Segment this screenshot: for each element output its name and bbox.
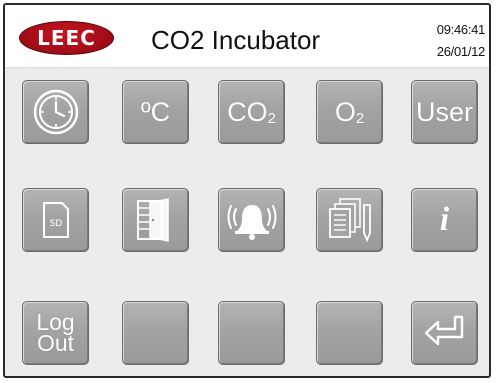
door-button[interactable] — [122, 188, 189, 252]
logout-label-line2: Out — [36, 330, 75, 356]
temperature-label: ºC — [140, 96, 171, 127]
logout-button[interactable]: Log Out — [22, 301, 89, 365]
header-bar: LEEC CO2 Incubator 09:46:41 26/01/12 — [5, 5, 489, 68]
clock-readout: 09:46:41 26/01/12 — [436, 19, 486, 63]
info-icon: i — [439, 201, 450, 238]
blank-button-2[interactable] — [218, 301, 285, 365]
o2-label: O2 — [335, 97, 364, 128]
enter-button[interactable] — [411, 301, 478, 365]
sd-card-text: SD — [49, 219, 62, 229]
co2-label-main: CO — [227, 96, 268, 127]
co2-label: CO2 — [227, 97, 276, 128]
leec-logo: LEEC — [19, 21, 114, 55]
clock-settings-button[interactable] — [22, 80, 89, 144]
logout-label: Log Out — [36, 311, 75, 356]
user-label: User — [415, 96, 473, 127]
logo-text: LEEC — [37, 26, 96, 50]
co2-label-sub: 2 — [267, 109, 276, 127]
return-arrow-icon — [424, 315, 463, 346]
user-button[interactable]: User — [411, 80, 478, 144]
blank-button-1[interactable] — [122, 301, 189, 365]
date-display: 26/01/12 — [436, 44, 486, 59]
info-button[interactable]: i — [411, 188, 478, 252]
alarm-button[interactable] — [218, 188, 285, 252]
o2-label-sub: 2 — [355, 109, 365, 127]
clock-icon — [33, 89, 78, 135]
co2-button[interactable]: CO2 — [218, 80, 285, 144]
log-reports-button[interactable] — [316, 188, 383, 252]
bell-icon — [227, 205, 276, 240]
door-icon — [136, 198, 169, 242]
sd-card-button[interactable]: SD — [22, 188, 89, 252]
page-title: CO2 Incubator — [151, 25, 321, 55]
o2-button[interactable]: O2 — [316, 80, 383, 144]
touchscreen-panel: LEEC CO2 Incubator 09:46:41 26/01/12 ºC … — [3, 3, 491, 378]
time-display: 09:46:41 — [436, 22, 486, 37]
sd-card-icon: SD — [42, 202, 69, 238]
o2-label-main: O — [334, 96, 356, 127]
temperature-button[interactable]: ºC — [122, 80, 189, 144]
documents-icon — [328, 198, 371, 243]
blank-button-3[interactable] — [316, 301, 383, 365]
